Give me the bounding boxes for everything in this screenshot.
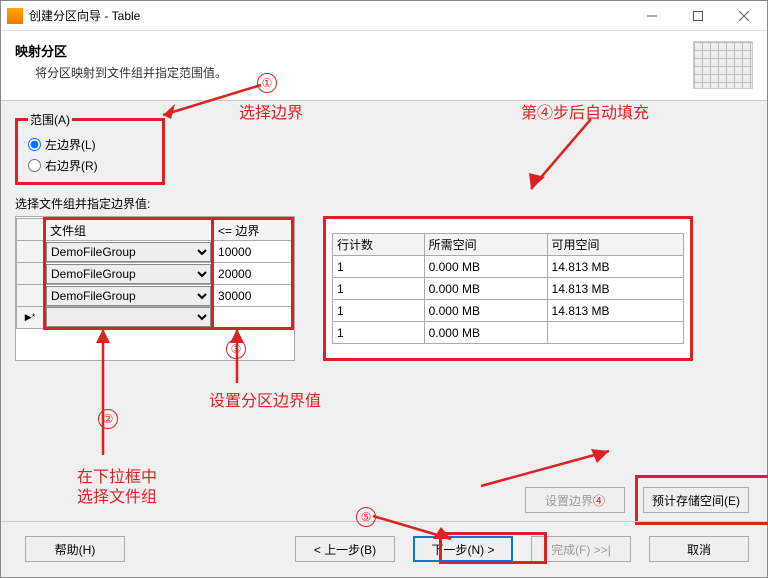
filegroup-cell[interactable]: DemoFileGroup xyxy=(45,241,213,263)
annotation-set-boundary-val: 设置分区边界值 xyxy=(209,387,321,411)
col-available-header: 可用空间 xyxy=(547,234,683,256)
range-legend: 范围(A) xyxy=(28,111,72,128)
filegroup-cell[interactable]: DemoFileGroup xyxy=(45,263,213,285)
right-boundary-radio[interactable] xyxy=(28,159,41,172)
available-cell: 14.813 MB xyxy=(547,300,683,322)
required-cell: 0.000 MB xyxy=(424,322,547,344)
required-cell: 0.000 MB xyxy=(424,278,547,300)
window-controls xyxy=(629,1,767,31)
back-button[interactable]: < 上一步(B) xyxy=(295,536,395,562)
app-icon xyxy=(7,8,23,24)
filegroup-select[interactable] xyxy=(46,307,211,327)
maximize-button[interactable] xyxy=(675,1,721,31)
wizard-header: 映射分区 将分区映射到文件组并指定范围值。 xyxy=(1,31,767,101)
left-boundary-label: 左边界(L) xyxy=(45,136,96,153)
table-row: 1 0.000 MB 14.813 MB xyxy=(333,300,684,322)
row-selector[interactable] xyxy=(17,285,45,307)
minimize-button[interactable] xyxy=(629,1,675,31)
available-cell: 14.813 MB xyxy=(547,256,683,278)
storage-buttons-row: 设置边界④ 预计存储空间(E) xyxy=(1,479,767,521)
filegroup-cell[interactable]: DemoFileGroup xyxy=(45,285,213,307)
table-row: 1 0.000 MB xyxy=(333,322,684,344)
grid-caption: 选择文件组并指定边界值: xyxy=(15,195,753,212)
rowcount-cell: 1 xyxy=(333,300,425,322)
wizard-heading: 映射分区 xyxy=(15,41,693,60)
row-selector[interactable]: ▶* xyxy=(17,307,45,329)
filegroup-select[interactable]: DemoFileGroup xyxy=(46,242,211,262)
left-boundary-radio[interactable] xyxy=(28,138,41,151)
col-filegroup-header: 文件组 xyxy=(45,219,213,241)
table-row[interactable]: DemoFileGroup 20000 xyxy=(17,263,293,285)
rowcount-cell: 1 xyxy=(333,278,425,300)
boundary-cell[interactable]: 30000 xyxy=(213,285,293,307)
boundary-cell[interactable]: 20000 xyxy=(213,263,293,285)
available-cell xyxy=(547,322,683,344)
window-title: 创建分区向导 - Table xyxy=(29,7,629,24)
wizard-subheading: 将分区映射到文件组并指定范围值。 xyxy=(15,64,693,81)
table-row[interactable]: DemoFileGroup 30000 xyxy=(17,285,293,307)
estimate-storage-button[interactable]: 预计存储空间(E) xyxy=(643,487,749,513)
rowcount-cell: 1 xyxy=(333,256,425,278)
close-button[interactable] xyxy=(721,1,767,31)
annotation-2: ② xyxy=(98,409,118,429)
rowcount-cell: 1 xyxy=(333,322,425,344)
range-fieldset: 范围(A) 左边界(L) 右边界(R) xyxy=(15,111,165,185)
available-cell: 14.813 MB xyxy=(547,278,683,300)
row-selector[interactable] xyxy=(17,263,45,285)
wizard-nav-row: 帮助(H) < 上一步(B) 下一步(N) > 完成(F) >>| 取消 xyxy=(1,521,767,570)
required-cell: 0.000 MB xyxy=(424,256,547,278)
required-cell: 0.000 MB xyxy=(424,300,547,322)
table-row[interactable]: ▶* xyxy=(17,307,293,329)
filegroup-grid[interactable]: 文件组 <= 边界 DemoFileGroup 10000 DemoFileGr… xyxy=(15,216,295,361)
storage-grid: 行计数 所需空间 可用空间 1 0.000 MB 14.813 MB 1 0.0… xyxy=(323,216,693,361)
filegroup-select[interactable]: DemoFileGroup xyxy=(46,286,211,306)
row-selector[interactable] xyxy=(17,241,45,263)
wizard-content: 范围(A) 左边界(L) 右边界(R) 选择文件组并指定边界值: 文件组 <= … xyxy=(1,101,767,361)
row-header-blank xyxy=(17,219,45,241)
col-rowcount-header: 行计数 xyxy=(333,234,425,256)
titlebar: 创建分区向导 - Table xyxy=(1,1,767,31)
table-row: 1 0.000 MB 14.813 MB xyxy=(333,278,684,300)
col-boundary-header: <= 边界 xyxy=(213,219,293,241)
right-boundary-label: 右边界(R) xyxy=(45,157,98,174)
finish-button[interactable]: 完成(F) >>| xyxy=(531,536,631,562)
boundary-cell[interactable]: 10000 xyxy=(213,241,293,263)
next-button[interactable]: 下一步(N) > xyxy=(413,536,513,562)
boundary-cell[interactable] xyxy=(213,307,293,329)
table-row[interactable]: DemoFileGroup 10000 xyxy=(17,241,293,263)
filegroup-select[interactable]: DemoFileGroup xyxy=(46,264,211,284)
col-required-header: 所需空间 xyxy=(424,234,547,256)
set-boundary-button[interactable]: 设置边界④ xyxy=(525,487,625,513)
filegroup-cell[interactable] xyxy=(45,307,213,329)
help-button[interactable]: 帮助(H) xyxy=(25,536,125,562)
table-row: 1 0.000 MB 14.813 MB xyxy=(333,256,684,278)
wizard-header-image xyxy=(693,41,753,89)
cancel-button[interactable]: 取消 xyxy=(649,536,749,562)
